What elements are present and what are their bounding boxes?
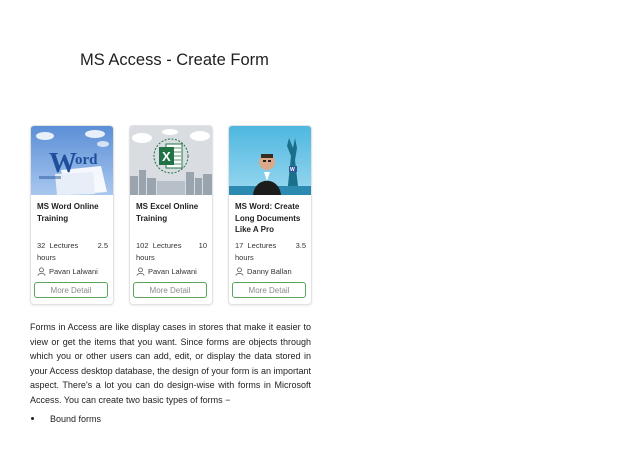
svg-text:W: W xyxy=(49,148,77,179)
more-detail-button[interactable]: More Detail xyxy=(232,282,306,298)
author-name: Pavan Lalwani xyxy=(148,267,197,276)
course-cards: W ord MS Word Online Training 32 Lecture… xyxy=(30,125,312,305)
hours-count: 2.5 xyxy=(97,241,108,250)
bullet-list: Bound forms xyxy=(30,412,311,426)
author-name: Danny Ballan xyxy=(247,267,292,276)
svg-text:W: W xyxy=(290,167,295,173)
bullet-icon xyxy=(31,417,34,420)
page-title: MS Access - Create Form xyxy=(80,51,269,69)
lecture-count: 32 xyxy=(37,241,46,250)
course-author: Pavan Lalwani xyxy=(37,267,113,276)
user-icon xyxy=(235,267,244,276)
course-title[interactable]: MS Excel Online Training xyxy=(136,201,208,224)
hours-label: hours xyxy=(235,253,254,262)
course-thumbnail[interactable]: W ord xyxy=(31,126,113,195)
instructor-photo: W xyxy=(229,126,311,195)
lecture-count: 17 xyxy=(235,241,244,250)
word-logo-icon: W ord xyxy=(31,126,113,195)
course-title[interactable]: MS Word: Create Long Documents Like A Pr… xyxy=(235,201,307,236)
excel-logo-icon: X xyxy=(130,126,212,195)
hours-count: 10 xyxy=(198,241,207,250)
svg-text:X: X xyxy=(162,149,171,164)
hours-count: 3.5 xyxy=(295,241,306,250)
lecture-label: Lectures xyxy=(152,241,182,250)
course-author: Pavan Lalwani xyxy=(136,267,212,276)
list-item-text: Bound forms xyxy=(50,414,102,424)
lecture-count: 102 xyxy=(136,241,149,250)
svg-text:ord: ord xyxy=(75,152,98,168)
hours-label: hours xyxy=(136,253,155,262)
course-author: Danny Ballan xyxy=(235,267,311,276)
list-item: Bound forms xyxy=(30,412,311,426)
course-thumbnail[interactable]: W xyxy=(229,126,311,195)
hours-label: hours xyxy=(37,253,56,262)
more-detail-button[interactable]: More Detail xyxy=(34,282,108,298)
lecture-label: Lectures xyxy=(49,241,79,250)
user-icon xyxy=(136,267,145,276)
article-paragraph: Forms in Access are like display cases i… xyxy=(30,322,311,405)
course-card[interactable]: W ord MS Word Online Training 32 Lecture… xyxy=(30,125,114,305)
more-detail-button[interactable]: More Detail xyxy=(133,282,207,298)
course-card[interactable]: X MS Excel Online Training 102 Lectures … xyxy=(129,125,213,305)
user-icon xyxy=(37,267,46,276)
course-card[interactable]: W MS Word: Create Long Documents Like A … xyxy=(228,125,312,305)
course-title[interactable]: MS Word Online Training xyxy=(37,201,109,224)
course-meta: 32 Lectures 2.5 hours xyxy=(37,240,108,264)
course-thumbnail[interactable]: X xyxy=(130,126,212,195)
course-meta: 17 Lectures 3.5 hours xyxy=(235,240,306,264)
author-name: Pavan Lalwani xyxy=(49,267,98,276)
lecture-label: Lectures xyxy=(247,241,277,250)
course-meta: 102 Lectures 10 hours xyxy=(136,240,207,264)
